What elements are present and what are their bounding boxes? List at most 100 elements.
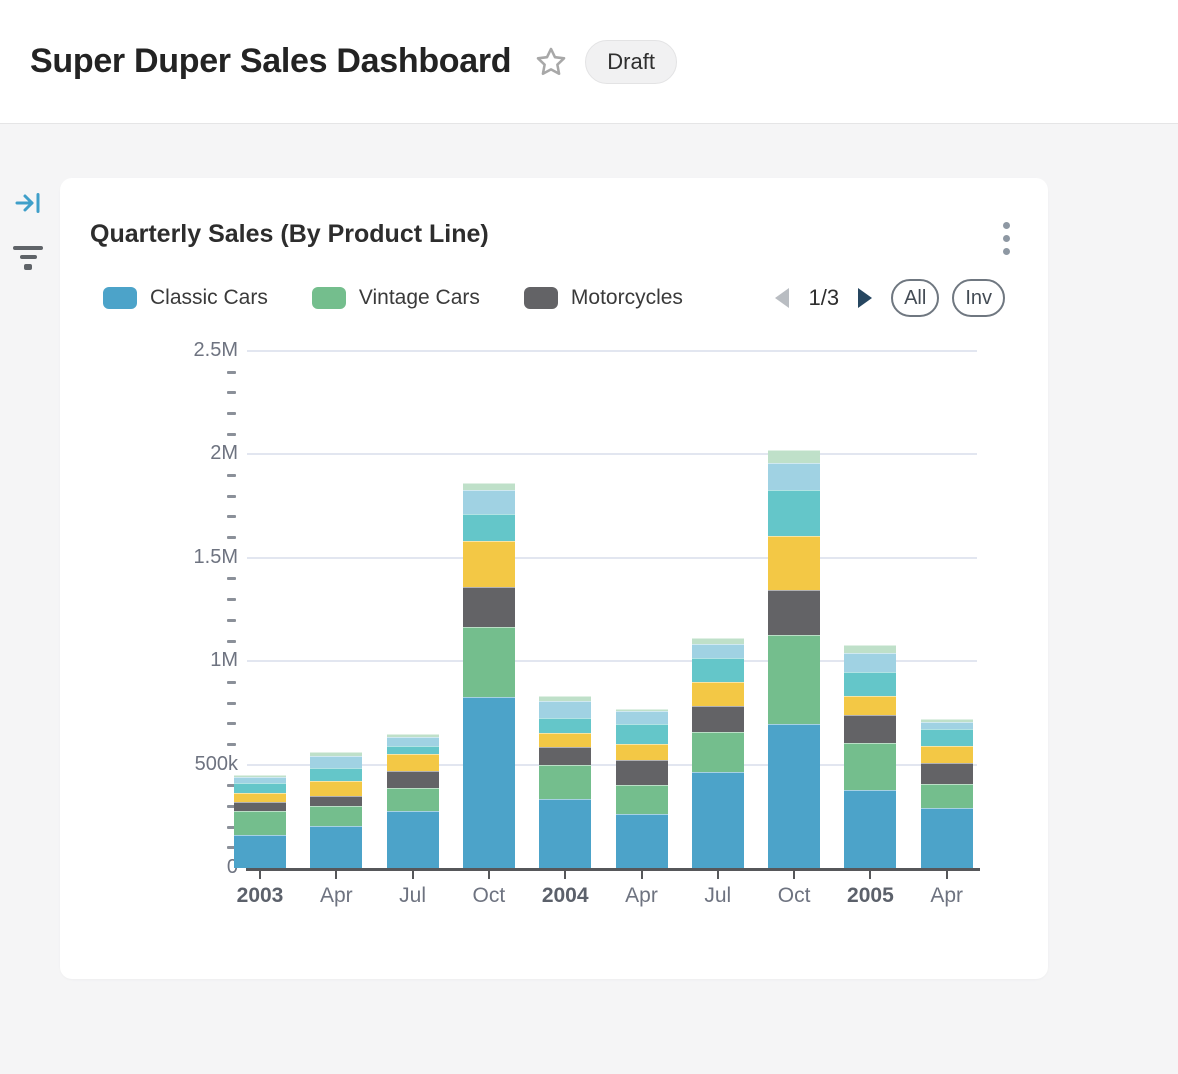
collapse-panel-icon[interactable] <box>15 192 43 214</box>
bar-segment-vintage-cars[interactable] <box>463 627 515 697</box>
bar-segment-motorcycles[interactable] <box>921 763 973 784</box>
bar-segment[interactable] <box>539 701 591 718</box>
stacked-bar-chart: 0500k1M1.5M2M2.5M2003AprJulOct2004AprJul… <box>60 178 1048 979</box>
bar-segment-classic-cars[interactable] <box>387 811 439 868</box>
bar-segment[interactable] <box>463 490 515 514</box>
bar-segment[interactable] <box>768 536 820 590</box>
bar-5-apr <box>616 709 668 868</box>
y-axis-minor-tick <box>227 702 236 705</box>
bar-segment-vintage-cars[interactable] <box>539 765 591 799</box>
bar-segment[interactable] <box>310 768 362 782</box>
bar-segment[interactable] <box>768 450 820 463</box>
y-axis-minor-tick <box>227 598 236 601</box>
bar-segment[interactable] <box>921 746 973 764</box>
filter-bar <box>20 255 37 259</box>
bar-segment-classic-cars[interactable] <box>310 826 362 868</box>
x-axis-tick <box>641 871 643 879</box>
bar-segment-motorcycles[interactable] <box>844 715 896 743</box>
bar-segment-motorcycles[interactable] <box>768 590 820 635</box>
bar-segment[interactable] <box>692 644 744 658</box>
bar-segment[interactable] <box>539 718 591 733</box>
bar-segment-classic-cars[interactable] <box>921 808 973 868</box>
x-axis-tick <box>335 871 337 879</box>
y-axis-minor-tick <box>227 640 236 643</box>
y-axis-minor-tick <box>227 412 236 415</box>
bar-segment-motorcycles[interactable] <box>463 587 515 628</box>
x-axis-tick <box>869 871 871 879</box>
x-axis-tick <box>488 871 490 879</box>
x-axis-tick <box>946 871 948 879</box>
bar-0-2003 <box>234 775 286 868</box>
y-axis-tick-label: 1.5M <box>148 546 238 569</box>
bar-segment[interactable] <box>844 672 896 696</box>
y-axis-tick-label: 1M <box>148 649 238 672</box>
bar-segment[interactable] <box>768 490 820 536</box>
bar-segment-motorcycles[interactable] <box>692 706 744 732</box>
bar-segment-vintage-cars[interactable] <box>768 635 820 724</box>
y-axis-minor-tick <box>227 433 236 436</box>
bar-segment[interactable] <box>463 541 515 587</box>
bar-8-2005 <box>844 645 896 868</box>
y-axis-minor-tick <box>227 681 236 684</box>
y-axis-minor-tick <box>227 743 236 746</box>
page-title: Super Duper Sales Dashboard <box>30 42 511 81</box>
filter-icon[interactable] <box>13 246 43 272</box>
bar-segment[interactable] <box>234 783 286 792</box>
bar-segment-classic-cars[interactable] <box>768 724 820 868</box>
chart-card: Quarterly Sales (By Product Line) Classi… <box>60 178 1048 979</box>
x-axis-tick <box>717 871 719 879</box>
bar-segment[interactable] <box>387 754 439 771</box>
bar-segment[interactable] <box>692 658 744 681</box>
bar-segment[interactable] <box>692 682 744 706</box>
bar-segment[interactable] <box>921 729 973 746</box>
bar-segment-vintage-cars[interactable] <box>844 743 896 790</box>
bar-segment[interactable] <box>616 711 668 724</box>
bar-segment-classic-cars[interactable] <box>844 790 896 868</box>
bar-3-oct <box>463 483 515 868</box>
bar-segment-vintage-cars[interactable] <box>387 788 439 811</box>
bar-segment[interactable] <box>310 756 362 768</box>
bar-segment[interactable] <box>539 733 591 747</box>
y-axis-tick-label: 2M <box>148 442 238 465</box>
bar-segment[interactable] <box>387 746 439 754</box>
bar-segment[interactable] <box>463 483 515 490</box>
y-axis-minor-tick <box>227 515 236 518</box>
filter-bar <box>24 264 32 270</box>
bar-segment-vintage-cars[interactable] <box>616 785 668 814</box>
y-axis-minor-tick <box>227 371 236 374</box>
y-axis-minor-tick <box>227 391 236 394</box>
bar-segment-motorcycles[interactable] <box>310 796 362 806</box>
bar-segment[interactable] <box>310 781 362 796</box>
x-axis-tick <box>564 871 566 879</box>
filter-bar <box>13 246 43 250</box>
bar-segment-vintage-cars[interactable] <box>692 732 744 772</box>
bar-segment[interactable] <box>616 744 668 760</box>
bar-segment-vintage-cars[interactable] <box>921 784 973 807</box>
bar-segment[interactable] <box>463 514 515 541</box>
bar-segment-classic-cars[interactable] <box>234 835 286 868</box>
bar-segment[interactable] <box>844 696 896 714</box>
bar-segment[interactable] <box>616 724 668 744</box>
bar-segment-motorcycles[interactable] <box>387 771 439 788</box>
y-axis-minor-tick <box>227 495 236 498</box>
status-badge: Draft <box>585 40 677 84</box>
bar-segment[interactable] <box>234 793 286 803</box>
bar-segment-classic-cars[interactable] <box>692 772 744 868</box>
bar-segment-vintage-cars[interactable] <box>310 806 362 826</box>
bar-segment[interactable] <box>844 645 896 653</box>
bar-segment-vintage-cars[interactable] <box>234 811 286 835</box>
y-axis-minor-tick <box>227 474 236 477</box>
bar-segment[interactable] <box>768 463 820 490</box>
bar-segment-classic-cars[interactable] <box>539 799 591 868</box>
bar-segment-classic-cars[interactable] <box>463 697 515 868</box>
bar-segment-motorcycles[interactable] <box>234 802 286 811</box>
bar-segment[interactable] <box>844 653 896 673</box>
bar-segment-motorcycles[interactable] <box>539 747 591 765</box>
favorite-star-icon[interactable] <box>533 44 569 80</box>
bar-segment-motorcycles[interactable] <box>616 760 668 785</box>
bar-segment-classic-cars[interactable] <box>616 814 668 868</box>
bar-segment[interactable] <box>387 737 439 746</box>
bar-7-oct <box>768 450 820 868</box>
bar-9-apr <box>921 719 973 868</box>
page-header: Super Duper Sales Dashboard Draft <box>0 0 1178 124</box>
